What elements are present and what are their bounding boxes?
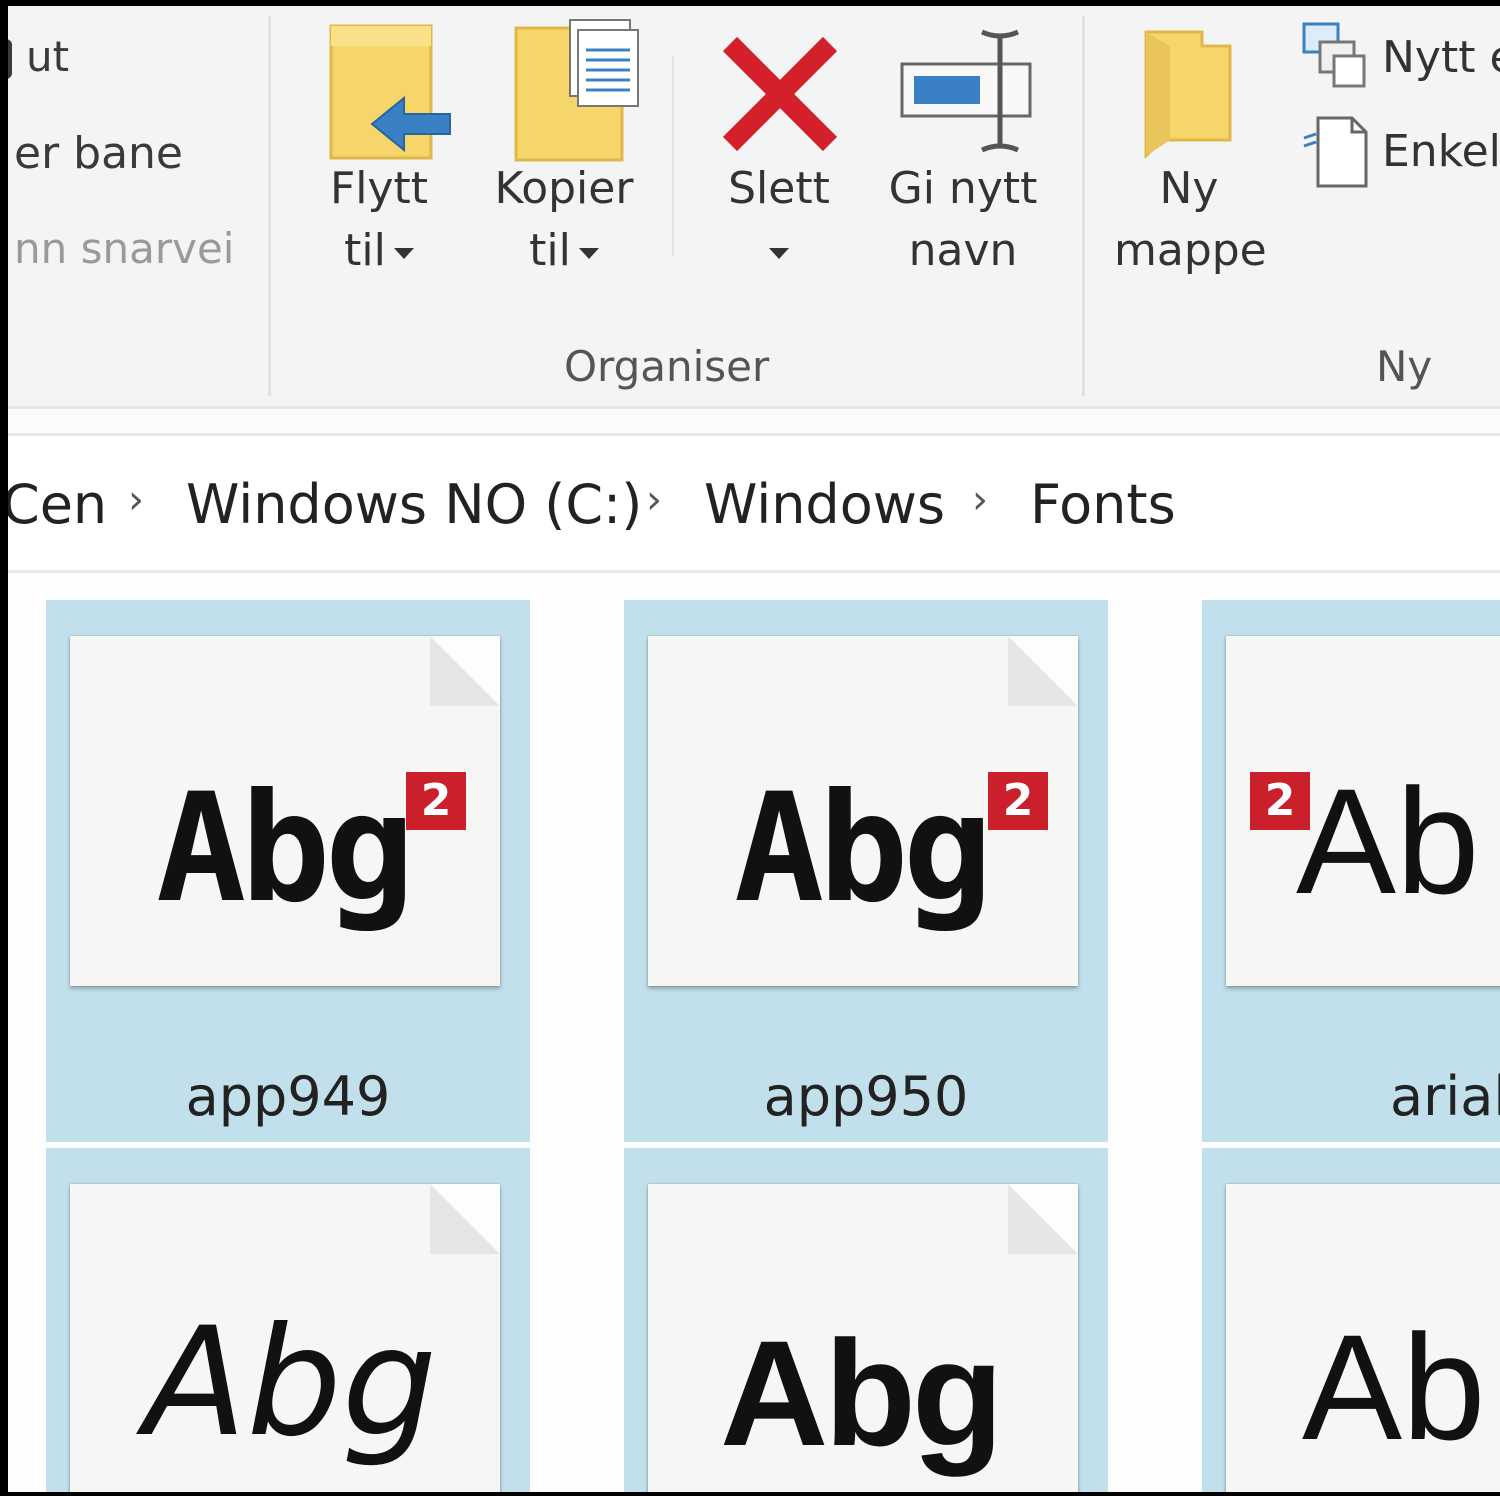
copy-to-label: Kopier til [484, 158, 644, 282]
font-preview-icon: Abg 2 [70, 636, 500, 986]
file-tile[interactable]: Abg 2 app949 [46, 600, 530, 1142]
page-fold-icon [1008, 1184, 1078, 1254]
font-type-badge: 2 [1250, 772, 1310, 830]
font-preview-icon: Abg [70, 1184, 500, 1492]
breadcrumb-separator-icon[interactable]: › [646, 480, 662, 520]
font-sample-text: Ab [1296, 757, 1480, 925]
file-name: app949 [185, 1065, 391, 1128]
move-to-label-line1: Flytt [329, 163, 429, 214]
file-name: app950 [763, 1065, 969, 1128]
file-tile[interactable]: Abg 2 app950 [624, 600, 1108, 1142]
partial-icon [8, 39, 12, 79]
font-sample-text: Abg [156, 762, 415, 936]
ribbon-group-divider [268, 16, 271, 396]
font-sample-text: Abg [734, 762, 993, 936]
breadcrumb-item[interactable]: Windows NO (C:) [186, 478, 642, 532]
organiser-group-label: Organiser [564, 342, 770, 391]
new-folder-label-line1: Ny [1159, 163, 1219, 214]
ribbon: ut er bane nn snarvei Flytt til Kopier t… [8, 6, 1500, 406]
address-bar[interactable]: Cen › Windows NO (C:) › Windows › Fonts [8, 436, 1500, 573]
easy-access-label: Enkel [1382, 126, 1500, 177]
font-sample-text: Abg [144, 1296, 438, 1470]
font-preview-icon: Ab 2 [1226, 636, 1500, 986]
font-preview-icon: Abg 2 [648, 636, 1078, 986]
easy-access-icon [1303, 116, 1368, 188]
cut-off-item-1[interactable]: ut [8, 36, 69, 79]
file-name: arial [1390, 1065, 1500, 1128]
move-to-icon [329, 24, 451, 160]
rename-label-line2: navn [908, 225, 1018, 276]
breadcrumb-item[interactable]: Fonts [1030, 478, 1176, 532]
new-item-icon [1302, 22, 1366, 88]
new-folder-label-line2: mappe [1114, 225, 1267, 276]
font-preview-icon: Abg [648, 1184, 1078, 1492]
delete-x-icon [722, 36, 838, 152]
delete-label: Slett [704, 158, 854, 282]
font-type-badge: 2 [406, 772, 466, 830]
delete-label-line1: Slett [728, 163, 830, 214]
font-type-badge: 2 [988, 772, 1048, 830]
dropdown-arrow-icon [393, 247, 414, 259]
font-preview-icon: Ab [1226, 1184, 1500, 1492]
rename-label-line1: Gi nytt [888, 163, 1038, 214]
breadcrumb-item[interactable]: Windows [704, 478, 945, 532]
rename-icon [900, 29, 1032, 153]
rename-label: Gi nytt navn [888, 158, 1038, 282]
file-tile[interactable]: Ab 2 arial [1202, 600, 1500, 1142]
copy-to-icon [514, 19, 639, 162]
ribbon-inner-divider [672, 56, 674, 256]
font-sample-text: Abg [720, 1309, 1004, 1477]
cut-off-item-2[interactable]: er bane [14, 132, 183, 176]
move-to-label-line2: til [344, 225, 386, 276]
file-explorer-window: ut er bane nn snarvei Flytt til Kopier t… [8, 6, 1500, 1492]
file-tile[interactable]: Abg [624, 1148, 1108, 1492]
breadcrumb-item[interactable]: Cen [8, 478, 107, 532]
new-group-label: Ny [1376, 342, 1433, 391]
file-tile[interactable]: Abg [46, 1148, 530, 1492]
file-tile[interactable]: Ab [1202, 1148, 1500, 1492]
dropdown-arrow-icon [578, 247, 599, 259]
page-fold-icon [430, 636, 500, 706]
dropdown-arrow-icon [769, 247, 789, 259]
new-folder-label: Ny mappe [1114, 158, 1267, 282]
copy-to-label-line1: Kopier [494, 163, 634, 214]
move-to-label: Flytt til [304, 158, 454, 282]
page-fold-icon [430, 1184, 500, 1254]
copy-to-label-line2: til [529, 225, 571, 276]
breadcrumb-separator-icon[interactable]: › [128, 480, 144, 520]
font-sample-text: Ab [1302, 1303, 1486, 1471]
cut-off-item-1-label: ut [26, 32, 70, 81]
cut-off-item-3[interactable]: nn snarvei [14, 228, 234, 270]
ribbon-bottom-border [8, 406, 1500, 436]
page-fold-icon [1008, 636, 1078, 706]
new-item-label: Nytt e [1382, 32, 1500, 83]
breadcrumb-separator-icon[interactable]: › [972, 480, 988, 520]
ribbon-group-divider [1082, 16, 1085, 396]
new-folder-icon [1144, 30, 1232, 158]
